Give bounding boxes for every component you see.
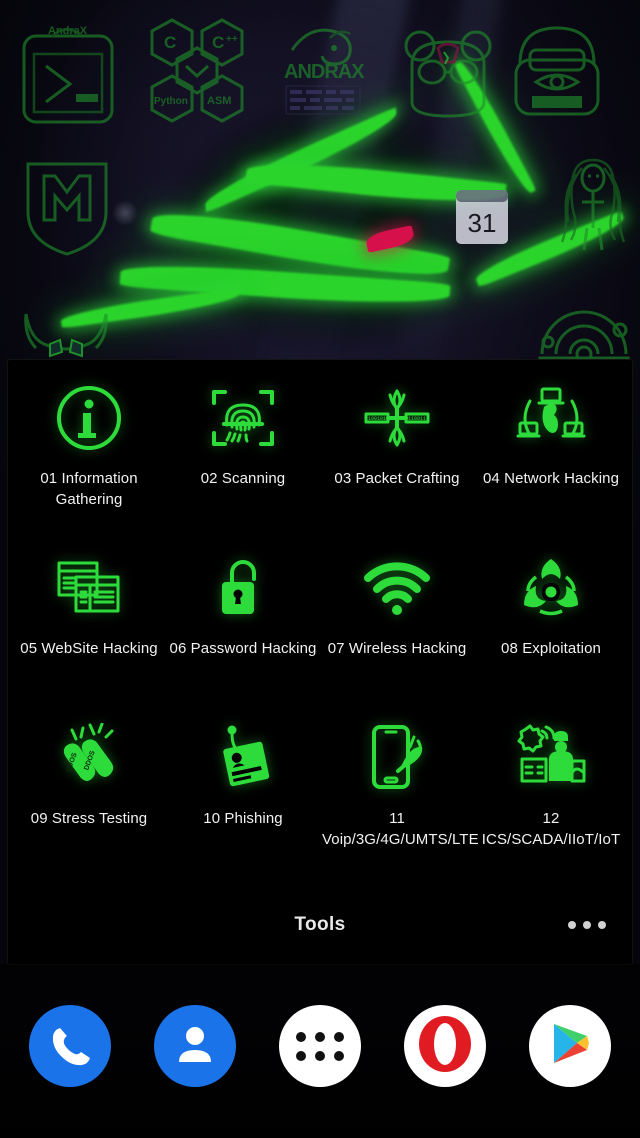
folder-item-label: 07 Wireless Hacking xyxy=(327,640,467,657)
fingerprint-scan-icon xyxy=(207,382,279,454)
dot xyxy=(598,921,606,929)
phone-satellite-icon xyxy=(361,722,433,794)
andrax-terminal-icon[interactable]: AndraX xyxy=(18,18,118,128)
folder-item-label: 12 ICS/SCADA/IIoT/IoT xyxy=(481,810,621,848)
folder-item-packet-crafting[interactable]: 100101 110011 03 Packet Crafting xyxy=(320,378,474,536)
folder-item-website-hacking[interactable]: 05 WebSite Hacking xyxy=(12,548,166,706)
svg-text:ASM: ASM xyxy=(207,95,231,107)
dock-app-drawer-button[interactable] xyxy=(278,1005,361,1087)
tools-folder-panel: 01 Information Gathering 02 Scanning 100… xyxy=(8,360,632,964)
browser-windows-icon xyxy=(53,552,125,624)
phone-handset-icon xyxy=(48,1022,92,1071)
folder-overflow-menu-icon[interactable] xyxy=(568,921,606,929)
folder-item-password-hacking[interactable]: 06 Password Hacking xyxy=(166,548,320,706)
svg-text:ANDRAX: ANDRAX xyxy=(284,61,365,83)
folder-title[interactable]: Tools xyxy=(294,914,345,936)
folder-item-label: 06 Password Hacking xyxy=(169,640,317,657)
network-globe-icon xyxy=(515,382,587,454)
svg-text:AndraX: AndraX xyxy=(48,25,88,37)
biohazard-icon xyxy=(515,552,587,624)
folder-item-phishing[interactable]: 10 Phishing xyxy=(166,718,320,876)
folder-item-label: 10 Phishing xyxy=(203,810,283,827)
folder-item-label: 05 WebSite Hacking xyxy=(20,640,158,657)
folder-item-scanning[interactable]: 02 Scanning xyxy=(166,378,320,536)
svg-text:31: 31 xyxy=(468,208,497,238)
dock-play-store-button[interactable] xyxy=(528,1005,611,1087)
svg-text:110011: 110011 xyxy=(408,416,426,422)
folder-item-ics-scada[interactable]: 12 ICS/SCADA/IIoT/IoT xyxy=(474,718,628,876)
industrial-worker-icon xyxy=(515,722,587,794)
dot xyxy=(314,1031,325,1042)
dot xyxy=(295,1031,306,1042)
dot xyxy=(333,1031,344,1042)
bear-mascot-icon[interactable] xyxy=(400,20,496,126)
folder-item-voip-mobile[interactable]: 11 Voip/3G/4G/UMTS/LTE xyxy=(320,718,479,876)
home-screen-dock xyxy=(0,964,640,1138)
phishing-hook-id-icon xyxy=(207,722,279,794)
dot xyxy=(583,921,591,929)
folder-item-stress-testing[interactable]: DDOS DDOS 09 Stress Testing xyxy=(12,718,166,876)
info-circle-icon xyxy=(53,382,125,454)
dock-opera-button[interactable] xyxy=(403,1005,486,1087)
folder-item-label: 01 Information Gathering xyxy=(40,470,138,508)
wallpaper-light-orb xyxy=(112,200,138,226)
gas-mask-icon[interactable]: VVVVVV xyxy=(510,18,604,124)
play-store-triangle-icon xyxy=(545,1019,595,1074)
dot xyxy=(314,1050,325,1061)
app-drawer-dots-icon xyxy=(295,1031,344,1061)
packet-crafting-icon: 100101 110011 xyxy=(361,382,433,454)
folder-item-label: 04 Network Hacking xyxy=(482,470,620,487)
folder-item-network-hacking[interactable]: 04 Network Hacking xyxy=(474,378,628,536)
medusa-figure-icon[interactable] xyxy=(552,150,634,262)
svg-text:100101: 100101 xyxy=(368,416,386,422)
svg-text:Python: Python xyxy=(154,96,188,107)
svg-text:VVVVVV: VVVVVV xyxy=(536,98,572,108)
dot xyxy=(333,1050,344,1061)
folder-item-label: 03 Packet Crafting xyxy=(334,470,460,487)
wifi-signal-icon xyxy=(361,552,433,624)
dot xyxy=(295,1050,306,1061)
folder-item-label: 09 Stress Testing xyxy=(30,810,148,827)
padlock-open-icon xyxy=(207,552,279,624)
dock-contacts-button[interactable] xyxy=(154,1005,237,1087)
svg-text:C: C xyxy=(164,33,176,52)
metasploit-shield-icon[interactable] xyxy=(20,154,114,258)
opera-o-icon xyxy=(413,1012,477,1081)
tools-folder-grid: 01 Information Gathering 02 Scanning 100… xyxy=(8,360,632,876)
andrax-dragon-logo-icon[interactable]: ANDRAX xyxy=(272,16,372,126)
svg-text:++: ++ xyxy=(226,34,238,45)
dock-phone-button[interactable] xyxy=(29,1005,112,1087)
folder-item-label: 02 Scanning xyxy=(200,470,286,487)
folder-footer: Tools xyxy=(8,886,632,964)
calendar-icon[interactable]: 31 xyxy=(452,186,512,248)
svg-text:C: C xyxy=(212,33,224,52)
folder-item-information-gathering[interactable]: 01 Information Gathering xyxy=(12,378,166,536)
code-languages-hex-icon[interactable]: C C ++ Python ASM xyxy=(142,14,252,134)
folder-item-label: 08 Exploitation xyxy=(501,640,601,657)
circuit-chip-icon[interactable] xyxy=(534,282,634,372)
folder-item-wireless-hacking[interactable]: 07 Wireless Hacking xyxy=(320,548,474,706)
bombs-icon: DDOS DDOS xyxy=(53,722,125,794)
folder-item-exploitation[interactable]: 08 Exploitation xyxy=(474,548,628,706)
person-icon xyxy=(173,1022,217,1071)
dot xyxy=(568,921,576,929)
folder-item-label: 11 Voip/3G/4G/UMTS/LTE xyxy=(322,810,479,848)
